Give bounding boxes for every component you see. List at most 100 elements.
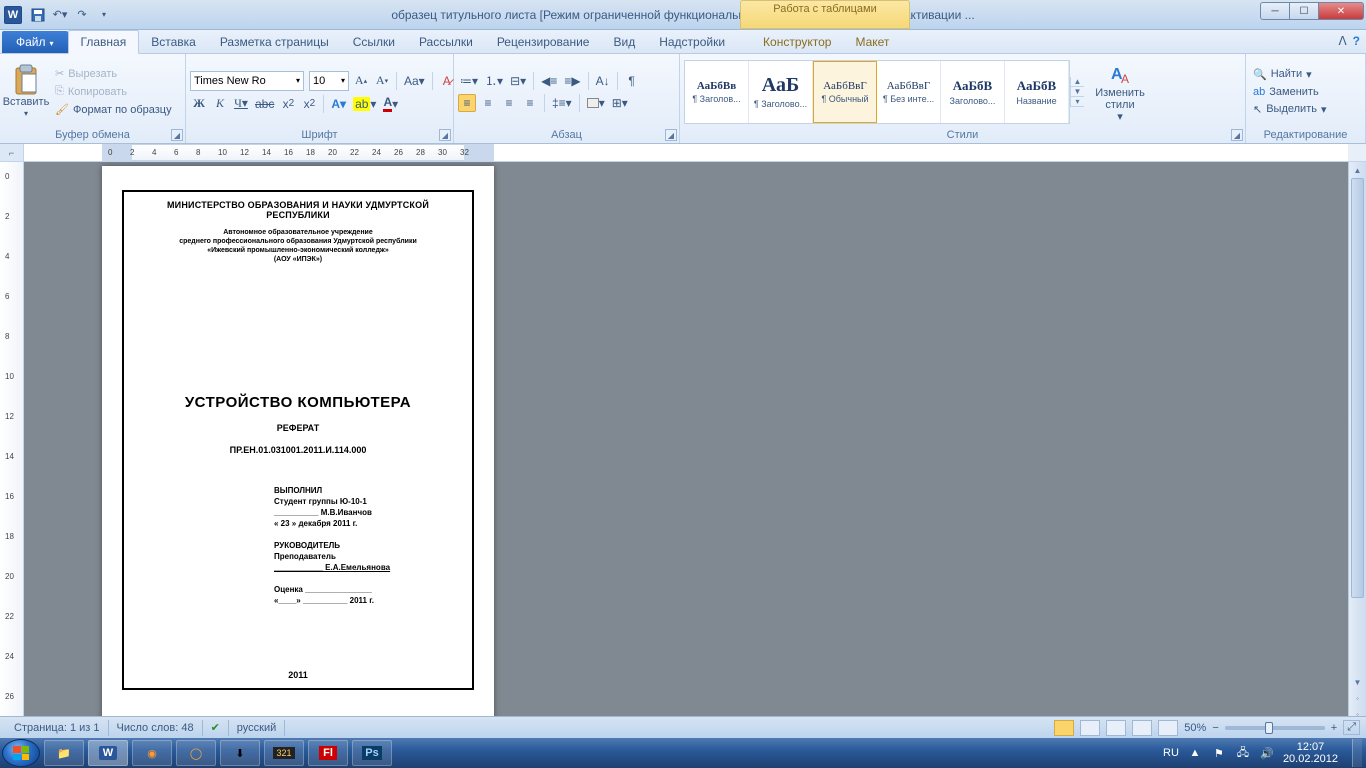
style-item-4[interactable]: АаБбВЗаголово...	[941, 61, 1005, 123]
zoom-fit-icon[interactable]: ⤢	[1343, 720, 1360, 735]
zoom-out-button[interactable]: −	[1212, 722, 1218, 734]
shrink-font-button[interactable]: A▾	[373, 72, 391, 90]
clear-formatting-button[interactable]: A̷	[438, 72, 456, 90]
font-color-button[interactable]: A▾	[381, 95, 400, 113]
replace-button[interactable]: abЗаменить	[1250, 85, 1330, 99]
horizontal-ruler[interactable]: 02468101214161820222426283032	[24, 144, 1348, 161]
zoom-slider[interactable]	[1225, 726, 1325, 730]
tab-table-layout[interactable]: Макет	[843, 31, 901, 53]
minimize-ribbon-icon[interactable]: ᐱ	[1338, 34, 1346, 48]
grow-font-button[interactable]: A▴	[352, 72, 370, 90]
align-right-button[interactable]: ≡	[500, 94, 518, 112]
bullets-button[interactable]: ≔▾	[458, 72, 480, 90]
taskbar-aimp[interactable]: ◉	[132, 740, 172, 766]
tab-insert[interactable]: Вставка	[139, 31, 208, 53]
view-print-layout[interactable]	[1054, 720, 1074, 736]
vertical-ruler[interactable]: 02468101214161820222426	[0, 162, 24, 722]
sort-button[interactable]: A↓	[594, 72, 612, 90]
paste-button[interactable]: Вставить ▾	[4, 62, 48, 122]
redo-icon[interactable]: ↷	[72, 5, 92, 25]
highlight-button[interactable]: ab▾	[351, 95, 378, 113]
taskbar-explorer[interactable]: 📁	[44, 740, 84, 766]
align-left-button[interactable]: ≡	[458, 94, 476, 112]
tab-page-layout[interactable]: Разметка страницы	[208, 31, 341, 53]
show-marks-button[interactable]: ¶	[623, 72, 641, 90]
minimize-button[interactable]: ─	[1260, 2, 1290, 20]
tray-expand-icon[interactable]: ▲	[1187, 745, 1203, 761]
paragraph-dialog-launcher[interactable]: ◢	[665, 129, 677, 141]
tab-addins[interactable]: Надстройки	[647, 31, 737, 53]
tray-clock[interactable]: 12:07 20.02.2012	[1283, 741, 1338, 765]
tab-file[interactable]: Файл	[2, 31, 68, 53]
tab-view[interactable]: Вид	[601, 31, 647, 53]
tab-mailings[interactable]: Рассылки	[407, 31, 485, 53]
taskbar-chrome[interactable]: ◯	[176, 740, 216, 766]
select-button[interactable]: ↖Выделить▾	[1250, 102, 1330, 117]
borders-button[interactable]: ⊞▾	[610, 94, 630, 112]
style-item-0[interactable]: АаБбВв¶ Заголов...	[685, 61, 749, 123]
tray-volume-icon[interactable]: 🔊	[1259, 745, 1275, 761]
taskbar-flash[interactable]: Fl	[308, 740, 348, 766]
styles-gallery[interactable]: АаБбВв¶ Заголов...АаБ¶ Заголово...АаБбВв…	[684, 60, 1070, 124]
font-name-combo[interactable]: Times New Ro▾	[190, 71, 304, 91]
find-button[interactable]: 🔍Найти▾	[1250, 67, 1330, 82]
line-spacing-button[interactable]: ‡≡▾	[550, 94, 574, 112]
taskbar-photoshop[interactable]: Ps	[352, 740, 392, 766]
gallery-down-icon[interactable]: ▼	[1071, 87, 1084, 97]
underline-button[interactable]: Ч▾	[232, 95, 250, 113]
zoom-in-button[interactable]: +	[1331, 722, 1337, 734]
taskbar-word[interactable]: W	[88, 740, 128, 766]
format-painter-button[interactable]: 🖌Формат по образцу	[52, 102, 175, 117]
italic-button[interactable]: К	[211, 95, 229, 113]
align-center-button[interactable]: ≡	[479, 94, 497, 112]
superscript-button[interactable]: x2	[300, 95, 318, 113]
taskbar-downloads[interactable]: ⬇	[220, 740, 260, 766]
bold-button[interactable]: Ж	[190, 95, 208, 113]
show-desktop-button[interactable]	[1352, 739, 1362, 767]
subscript-button[interactable]: x2	[279, 95, 297, 113]
styles-dialog-launcher[interactable]: ◢	[1231, 129, 1243, 141]
status-proofing[interactable]: ✔	[203, 720, 229, 736]
vertical-scrollbar[interactable]: ▲ ▼ ◦ ◦	[1348, 162, 1366, 722]
tab-review[interactable]: Рецензирование	[485, 31, 602, 53]
numbering-button[interactable]: ⒈▾	[483, 72, 505, 90]
tray-language[interactable]: RU	[1163, 747, 1179, 759]
justify-button[interactable]: ≡	[521, 94, 539, 112]
increase-indent-button[interactable]: ≡▶	[562, 72, 582, 90]
strikethrough-button[interactable]: abc	[253, 95, 276, 113]
change-styles-button[interactable]: AA Изменить стили▾	[1090, 59, 1150, 125]
view-outline[interactable]	[1132, 720, 1152, 736]
font-dialog-launcher[interactable]: ◢	[439, 129, 451, 141]
style-item-1[interactable]: АаБ¶ Заголово...	[749, 61, 813, 123]
change-case-button[interactable]: Aa▾	[402, 72, 427, 90]
style-item-2[interactable]: АаБбВвГ¶ Обычный	[813, 61, 877, 123]
maximize-button[interactable]: ☐	[1289, 2, 1319, 20]
tab-table-design[interactable]: Конструктор	[751, 31, 843, 53]
prev-page-icon[interactable]: ◦	[1349, 690, 1366, 706]
gallery-up-icon[interactable]: ▲	[1071, 77, 1084, 87]
help-icon[interactable]: ?	[1353, 34, 1360, 48]
view-full-screen[interactable]	[1080, 720, 1100, 736]
undo-icon[interactable]: ↶▾	[50, 5, 70, 25]
status-language[interactable]: русский	[229, 720, 285, 736]
zoom-level[interactable]: 50%	[1184, 722, 1206, 734]
close-button[interactable]: ✕	[1318, 2, 1364, 20]
document-area[interactable]: МИНИСТЕРСТВО ОБРАЗОВАНИЯ И НАУКИ УДМУРТС…	[24, 162, 1366, 722]
multilevel-list-button[interactable]: ⊟▾	[508, 72, 528, 90]
scroll-down-icon[interactable]: ▼	[1349, 674, 1366, 690]
scroll-up-icon[interactable]: ▲	[1349, 162, 1366, 178]
scroll-thumb[interactable]	[1351, 178, 1364, 598]
tray-flag-icon[interactable]: ⚑	[1211, 745, 1227, 761]
style-item-3[interactable]: АаБбВвГ¶ Без инте...	[877, 61, 941, 123]
status-page[interactable]: Страница: 1 из 1	[6, 720, 109, 736]
font-size-combo[interactable]: 10▾	[309, 71, 349, 91]
text-effects-button[interactable]: A▾	[329, 95, 348, 113]
shading-button[interactable]: ▾	[585, 94, 607, 112]
page-content[interactable]: МИНИСТЕРСТВО ОБРАЗОВАНИЯ И НАУКИ УДМУРТС…	[122, 190, 474, 690]
tab-home[interactable]: Главная	[68, 30, 140, 54]
start-button[interactable]	[2, 739, 40, 767]
qat-customize-icon[interactable]: ▾	[94, 5, 114, 25]
clipboard-dialog-launcher[interactable]: ◢	[171, 129, 183, 141]
status-word-count[interactable]: Число слов: 48	[109, 720, 203, 736]
save-icon[interactable]	[28, 5, 48, 25]
